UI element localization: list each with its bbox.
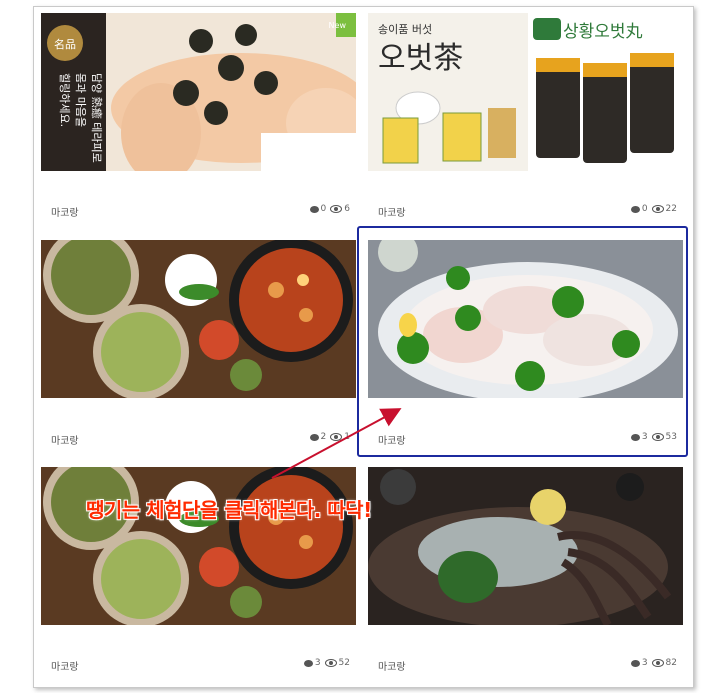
annotation-arrow (271, 408, 402, 479)
annotation-text: 땡기는 체험단을 클릭해본다. 따닥! (86, 498, 372, 522)
